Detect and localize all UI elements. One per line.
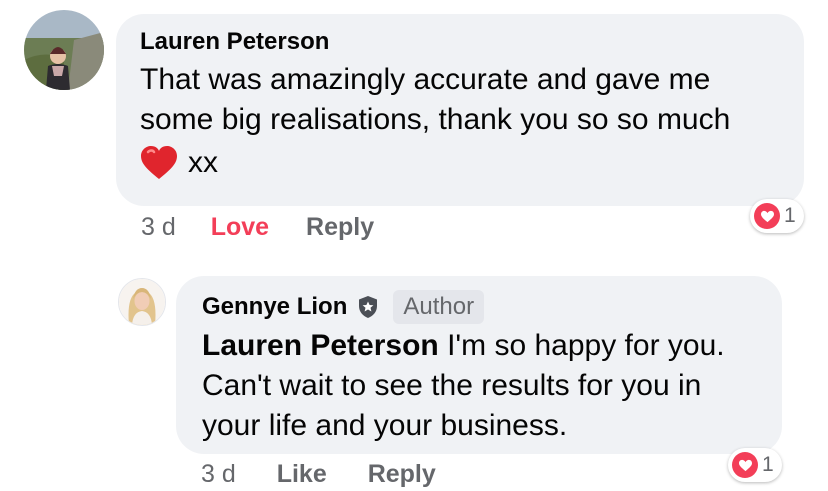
comment-timestamp[interactable]: 3 d: [141, 212, 176, 242]
comment-bubble: Lauren Peterson That was amazingly accur…: [116, 14, 804, 206]
reply-text-line: I'm so happy for you.: [438, 329, 725, 362]
reply-timestamp[interactable]: 3 d: [201, 459, 236, 489]
reply-author[interactable]: Gennye Lion: [202, 293, 347, 321]
like-button[interactable]: Like: [277, 459, 327, 489]
reply-button[interactable]: Reply: [368, 459, 436, 489]
comment-author[interactable]: Lauren Peterson: [140, 28, 804, 56]
reply-text-line: your life and your business.: [202, 409, 568, 442]
comment-text-line: That was amazingly accurate and gave me: [140, 63, 711, 96]
avatar-gennye-lion[interactable]: [118, 278, 166, 326]
comment-text-line: some big realisations, thank you so so m…: [140, 103, 731, 136]
shield-badge-icon: [357, 295, 379, 319]
love-reaction-button[interactable]: Love: [211, 212, 269, 242]
mention-link[interactable]: Lauren Peterson: [202, 329, 439, 362]
reply-bubble: Gennye Lion Author Lauren Peterson I'm s…: [176, 276, 782, 454]
reaction-count: 1: [762, 453, 774, 476]
reply-text-line: Can't wait to see the results for you in: [202, 369, 702, 402]
reaction-count-badge[interactable]: 1: [750, 199, 804, 233]
author-badge: Author: [393, 290, 485, 324]
heart-icon: [732, 452, 758, 478]
reaction-count-badge[interactable]: 1: [728, 448, 782, 482]
comment-text-suffix: xx: [188, 146, 218, 179]
heart-icon: [754, 203, 780, 229]
red-heart-emoji-icon: [140, 145, 178, 181]
avatar-lauren-peterson[interactable]: [24, 10, 104, 90]
reply-button[interactable]: Reply: [306, 212, 374, 242]
reaction-count: 1: [784, 204, 796, 227]
